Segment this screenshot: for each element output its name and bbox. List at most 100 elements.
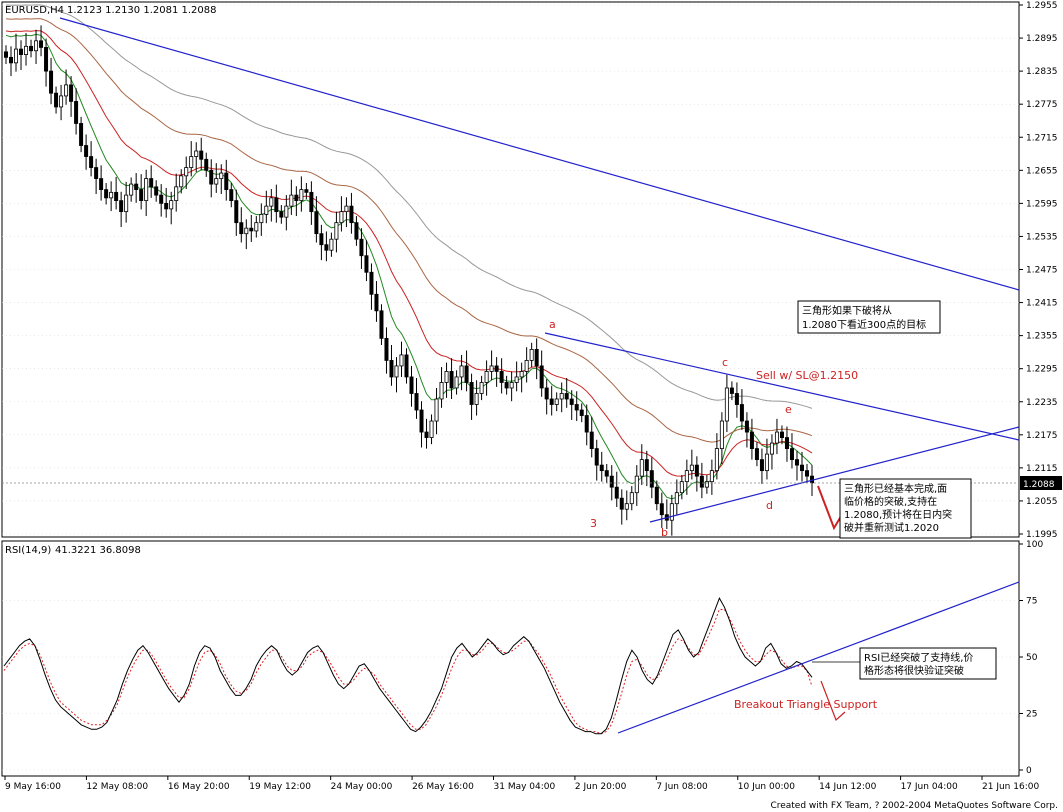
- candle-body: [569, 398, 574, 405]
- candle-body: [299, 189, 304, 202]
- wave-label-a: a: [549, 318, 556, 331]
- wave-label-b: b: [661, 526, 668, 539]
- candle-body: [659, 503, 664, 516]
- complete-note-line-4: 破并重新测试1.2020: [844, 521, 939, 534]
- candle-body: [784, 437, 789, 449]
- candle-body: [734, 393, 739, 405]
- breakout-annotation: Breakout Triangle Support: [734, 698, 878, 711]
- candle-body: [544, 387, 549, 400]
- candle-body: [724, 387, 729, 422]
- price-tick-label: 1.2055: [1026, 497, 1058, 507]
- candle-body: [164, 202, 169, 210]
- complete-note-line-3: 1.2080,预计将在日内突: [844, 508, 952, 521]
- candle-body: [629, 492, 634, 505]
- candle-body: [39, 40, 44, 48]
- candle-body: [214, 178, 219, 185]
- candle-body: [234, 200, 239, 224]
- price-chart-title: EURUSD,H4: [5, 5, 64, 16]
- candle-body: [129, 183, 134, 196]
- rsi-tick-label: 100: [1026, 540, 1043, 550]
- candle-body: [669, 503, 674, 521]
- candle-body: [434, 398, 439, 422]
- candle-body: [774, 431, 779, 444]
- candle-body: [64, 84, 69, 97]
- candle-body: [134, 183, 139, 190]
- candle-body: [174, 186, 179, 202]
- candle-body: [9, 56, 14, 64]
- candle-body: [449, 371, 454, 389]
- complete-note-line-1: 三角形已经基本完成,面: [844, 482, 947, 495]
- candle-body: [389, 360, 394, 378]
- candle-body: [244, 227, 249, 235]
- candle-body: [4, 51, 9, 58]
- footer-credit: Created with FX Team, ? 2002-2004 MetaQu…: [770, 801, 1058, 811]
- candle-body: [94, 167, 99, 179]
- price-tick-label: 1.2235: [1026, 398, 1058, 408]
- complete-note-line-2: 临价格的突破,支持在: [844, 495, 937, 508]
- candle-body: [539, 365, 544, 389]
- price-ohlc-header: 1.2123 1.2130 1.2081 1.2088: [67, 5, 217, 16]
- rsi-tick-label: 0: [1026, 766, 1032, 776]
- time-tick-label: 9 May 16:00: [5, 782, 61, 792]
- candle-body: [179, 175, 184, 188]
- candle-body: [419, 409, 424, 433]
- candle-body: [104, 189, 109, 199]
- candle-body: [284, 205, 289, 218]
- candle-body: [459, 365, 464, 378]
- candle-body: [279, 211, 284, 218]
- candle-body: [564, 393, 569, 400]
- time-tick-label: 26 May 16:00: [412, 782, 474, 792]
- candle-body: [554, 398, 559, 405]
- time-tick-label: 19 May 12:00: [249, 782, 311, 792]
- candle-body: [124, 194, 129, 213]
- candle-body: [229, 189, 234, 202]
- candle-body: [619, 497, 624, 510]
- candle-body: [529, 349, 534, 361]
- target-note-line-1: 三角形如果下破将从: [802, 304, 892, 317]
- candle-body: [429, 420, 434, 438]
- candle-body: [369, 271, 374, 295]
- candle-body: [19, 48, 24, 55]
- rsi-tick-label: 25: [1026, 710, 1037, 720]
- candle-body: [609, 475, 614, 488]
- candle-body: [414, 393, 419, 411]
- candle-body: [34, 40, 39, 52]
- candle-body: [694, 464, 699, 477]
- candle-body: [154, 186, 159, 196]
- candle-body: [294, 194, 299, 202]
- candle-body: [159, 194, 164, 204]
- candle-body: [349, 205, 354, 224]
- candle-body: [209, 169, 214, 185]
- candle-body: [314, 211, 319, 235]
- candle-body: [384, 337, 389, 361]
- candle-body: [464, 365, 469, 383]
- price-tick-label: 1.2415: [1026, 299, 1058, 309]
- price-tick-label: 1.2175: [1026, 431, 1058, 441]
- candle-body: [794, 459, 799, 466]
- time-tick-label: 14 Jun 12:00: [819, 782, 876, 792]
- candle-body: [264, 205, 269, 215]
- candle-body: [59, 95, 64, 108]
- time-tick-label: 17 Jun 04:00: [901, 782, 958, 792]
- price-tick-label: 1.2295: [1026, 365, 1058, 375]
- candle-body: [334, 222, 339, 240]
- candle-body: [374, 293, 379, 312]
- price-tick-label: 1.2895: [1026, 34, 1058, 44]
- candle-body: [584, 415, 589, 433]
- candle-body: [24, 45, 29, 55]
- candle-body: [114, 191, 119, 202]
- time-tick-label: 16 May 20:00: [168, 782, 230, 792]
- candle-body: [514, 376, 519, 383]
- candle-body: [184, 167, 189, 177]
- chart-canvas: 1.2088 EURUSD,H4 1.2123 1.2130 1.2081 1.…: [1, 1, 1062, 811]
- candle-body: [494, 365, 499, 372]
- candle-body: [674, 492, 679, 505]
- time-tick-label: 10 Jun 00:00: [738, 782, 795, 792]
- candle-body: [704, 481, 709, 488]
- candle-body: [259, 213, 264, 224]
- candle-body: [109, 191, 114, 199]
- candle-body: [329, 238, 334, 251]
- candle-body: [754, 448, 759, 461]
- candle-body: [489, 365, 494, 372]
- candle-body: [99, 178, 104, 190]
